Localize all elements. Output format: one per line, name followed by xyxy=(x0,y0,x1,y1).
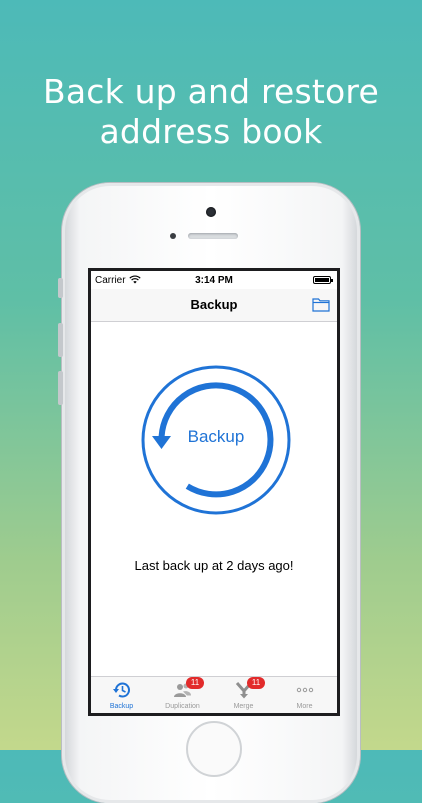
headline-line-1: Back up and restore xyxy=(43,72,379,111)
backup-button-label: Backup xyxy=(187,427,245,446)
promo-headline: Back up and restore address book xyxy=(0,72,422,152)
navigation-bar: Backup xyxy=(91,289,337,322)
folder-icon[interactable] xyxy=(312,297,330,312)
backup-button[interactable]: Backup xyxy=(141,365,291,515)
backup-clock-icon xyxy=(113,682,130,698)
phone-frame: Carrier 3:14 PM Backup Backup Last back … xyxy=(58,183,360,803)
tab-more-label: More xyxy=(296,703,313,710)
tab-bar: Backup 11 Duplication 11 Merge More xyxy=(91,676,337,713)
phone-screen: Carrier 3:14 PM Backup Backup Last back … xyxy=(88,268,340,716)
front-camera xyxy=(206,207,216,217)
tab-more[interactable]: More xyxy=(274,677,335,713)
merge-badge: 11 xyxy=(247,677,265,689)
tab-duplication[interactable]: 11 Duplication xyxy=(152,677,213,713)
volume-down-button xyxy=(58,371,63,405)
proximity-sensor xyxy=(170,233,176,239)
tab-backup-label: Backup xyxy=(109,703,134,710)
last-backup-message: Last back up at 2 days ago! xyxy=(134,558,294,573)
mute-switch xyxy=(58,278,63,298)
tab-merge[interactable]: 11 Merge xyxy=(213,677,274,713)
more-dots-icon xyxy=(296,687,314,693)
clock: 3:14 PM xyxy=(195,275,233,286)
tab-backup[interactable]: Backup xyxy=(91,677,152,713)
headline-line-2: address book xyxy=(99,112,323,151)
home-button[interactable] xyxy=(186,721,242,777)
app-display: Carrier 3:14 PM Backup Backup Last back … xyxy=(91,271,337,713)
duplication-badge: 11 xyxy=(186,677,204,689)
volume-up-button xyxy=(58,323,63,357)
tab-duplication-label: Duplication xyxy=(165,703,200,710)
battery-icon xyxy=(313,276,333,284)
earpiece-speaker xyxy=(188,233,238,239)
tab-merge-label: Merge xyxy=(233,703,254,710)
page-title: Backup xyxy=(190,297,238,312)
status-bar: Carrier 3:14 PM xyxy=(91,271,337,289)
